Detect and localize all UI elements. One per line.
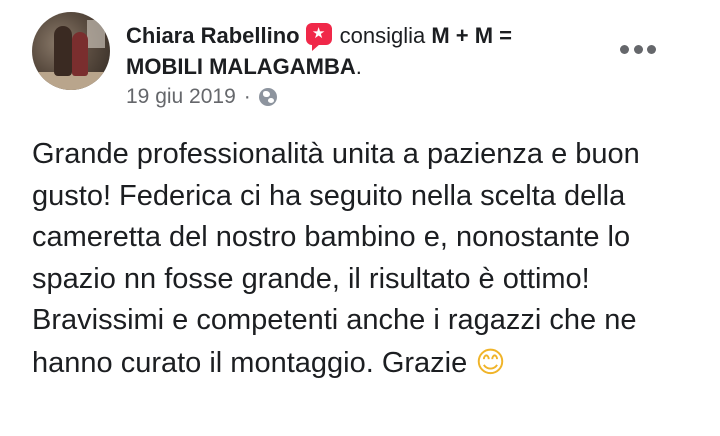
recommendation-post: Chiara Rabellino ★ consiglia M + M = MOBILI… [0, 0, 720, 436]
action-text: consiglia [339, 23, 426, 48]
avatar[interactable] [32, 12, 110, 90]
more-dot-icon [647, 44, 656, 54]
post-date[interactable]: 19 giu 2019 [126, 85, 236, 109]
recommend-star-icon: ★ [305, 23, 332, 51]
post-text: Grande professionalità unita a pazienza … [32, 138, 640, 379]
more-options-button[interactable] [620, 40, 656, 58]
avatar-figure [72, 32, 88, 76]
post-header: Chiara Rabellino ★ consiglia M + M = MOBILI… [126, 23, 513, 79]
smiling-emoji: 😊 [475, 344, 506, 379]
more-dot-icon [633, 44, 643, 54]
more-dot-icon [620, 44, 629, 54]
avatar-figure [54, 26, 72, 76]
meta-separator: · [243, 85, 251, 108]
avatar-window [87, 20, 105, 48]
avatar-floor [32, 72, 110, 90]
globe-icon[interactable] [258, 88, 277, 106]
author-name[interactable]: Chiara Rabellino [126, 23, 300, 48]
post-meta: 19 giu 2019 · [126, 85, 277, 109]
